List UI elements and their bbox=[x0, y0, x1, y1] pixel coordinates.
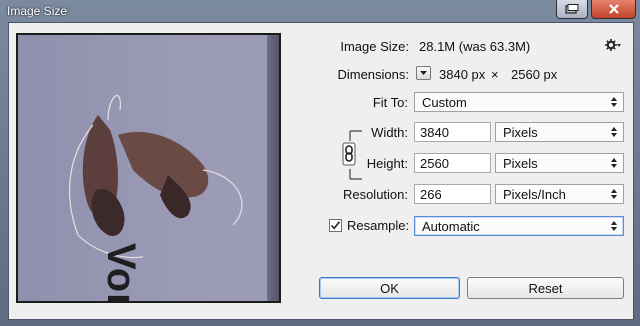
restore-icon bbox=[565, 4, 579, 14]
dimensions-separator: × bbox=[491, 67, 499, 82]
resolution-label: Resolution: bbox=[342, 187, 408, 202]
resample-select[interactable]: Automatic bbox=[414, 216, 624, 236]
width-label: Width: bbox=[371, 125, 408, 140]
image-preview[interactable]: Vor bbox=[16, 33, 281, 303]
dimensions-height: 2560 px bbox=[511, 67, 558, 82]
close-icon bbox=[608, 4, 619, 14]
width-unit-select[interactable]: Pixels bbox=[495, 122, 624, 142]
resample-label: Resample: bbox=[347, 218, 410, 233]
width-input[interactable]: 3840 bbox=[414, 122, 491, 142]
dropdown-arrow-icon bbox=[610, 127, 618, 137]
shoes-image bbox=[69, 95, 243, 259]
height-input[interactable]: 2560 bbox=[414, 153, 491, 173]
dropdown-arrow-icon bbox=[610, 158, 618, 168]
dimensions-label: Dimensions: bbox=[337, 67, 409, 82]
ok-button[interactable]: OK bbox=[319, 277, 460, 299]
restore-button[interactable] bbox=[556, 0, 588, 19]
resample-value: Automatic bbox=[422, 218, 480, 234]
height-unit-select[interactable]: Pixels bbox=[495, 153, 624, 173]
image-size-dialog: Image Size Vor Image Size: 28.1M (was 63… bbox=[0, 0, 640, 326]
dialog-body: Vor Image Size: 28.1M (was 63.3M) Dimens… bbox=[8, 22, 634, 320]
resolution-unit-value: Pixels/Inch bbox=[503, 186, 566, 202]
image-size-label: Image Size: bbox=[340, 39, 409, 54]
fit-to-label: Fit To: bbox=[372, 95, 408, 110]
height-unit-value: Pixels bbox=[503, 155, 538, 171]
fit-to-select[interactable]: Custom bbox=[414, 92, 624, 112]
fit-to-value: Custom bbox=[422, 94, 467, 110]
gear-icon[interactable] bbox=[605, 39, 621, 51]
dropdown-arrow-icon bbox=[610, 189, 618, 199]
resolution-input[interactable]: 266 bbox=[414, 184, 491, 204]
resample-checkbox[interactable] bbox=[329, 219, 342, 232]
title-bar: Image Size bbox=[0, 0, 640, 20]
close-button[interactable] bbox=[591, 0, 636, 19]
height-label: Height: bbox=[366, 156, 408, 171]
image-size-value: 28.1M (was 63.3M) bbox=[419, 39, 531, 54]
preview-edge bbox=[267, 35, 279, 301]
dimensions-width: 3840 px bbox=[439, 67, 486, 82]
checkmark-icon bbox=[330, 221, 341, 230]
dropdown-arrow-icon bbox=[610, 221, 618, 231]
chevron-down-icon bbox=[420, 71, 427, 75]
window-title: Image Size bbox=[7, 4, 68, 18]
resolution-unit-select[interactable]: Pixels/Inch bbox=[495, 184, 624, 204]
dimensions-menu-button[interactable] bbox=[416, 66, 431, 80]
width-unit-value: Pixels bbox=[503, 124, 538, 140]
preview-text: Vor bbox=[99, 243, 143, 303]
dropdown-arrow-icon bbox=[610, 97, 618, 107]
reset-button[interactable]: Reset bbox=[467, 277, 624, 299]
